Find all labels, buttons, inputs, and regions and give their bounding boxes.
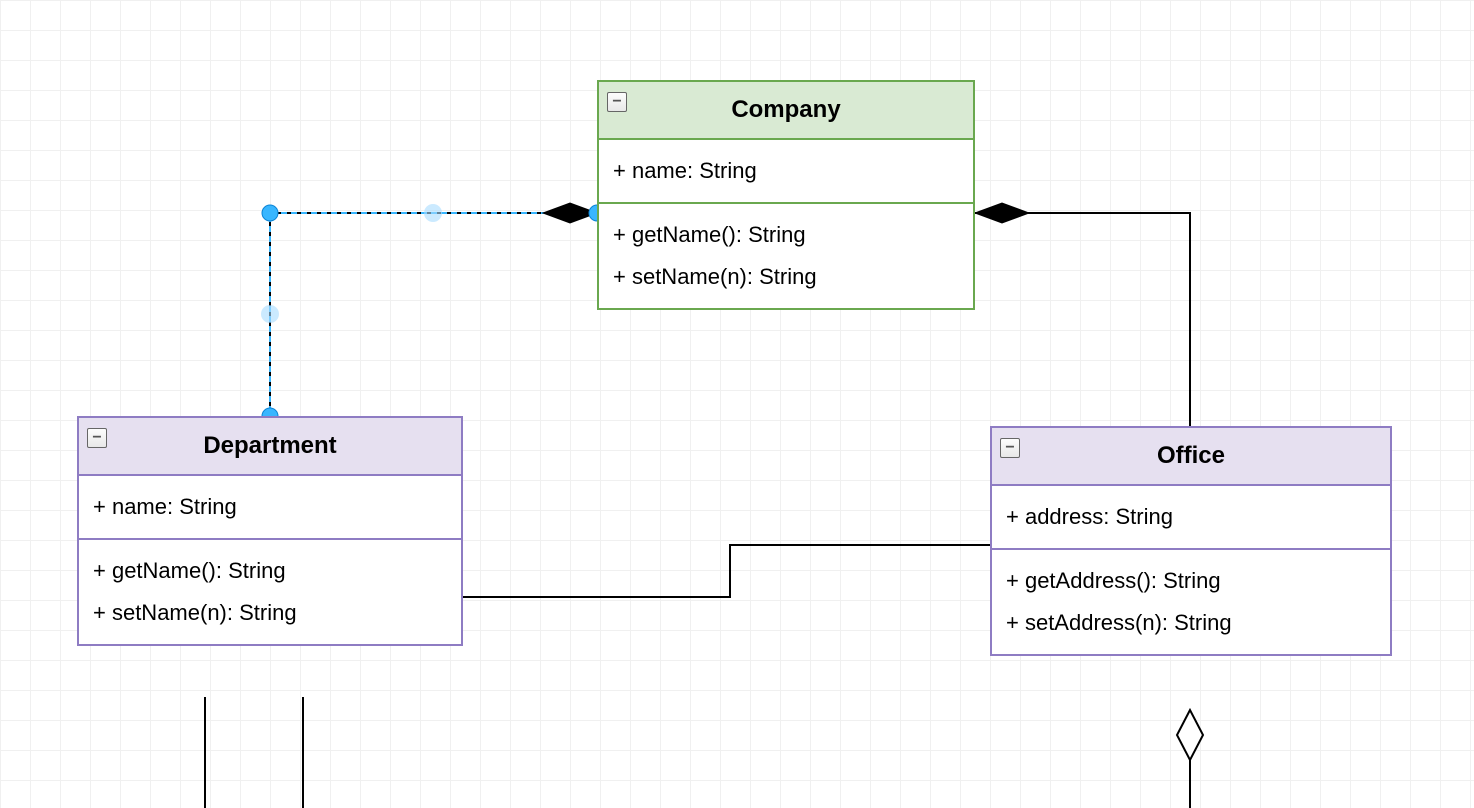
aggregation-diamond-office	[1177, 710, 1203, 760]
class-office-title[interactable]: − Office	[992, 428, 1390, 486]
edge-waypoint-handle[interactable]	[262, 205, 278, 221]
edge-midpoint-handle[interactable]	[261, 305, 279, 323]
method-row[interactable]: + getName(): String	[613, 214, 959, 256]
class-office[interactable]: − Office + address: String + getAddress(…	[990, 426, 1392, 656]
attribute-row[interactable]: + name: String	[613, 150, 959, 192]
class-company[interactable]: − Company + name: String + getName(): St…	[597, 80, 975, 310]
class-department[interactable]: − Department + name: String + getName():…	[77, 416, 463, 646]
edge-company-office[interactable]	[975, 213, 1190, 426]
edge-department-office[interactable]	[463, 545, 990, 597]
class-name-label: Office	[1157, 442, 1225, 469]
class-company-methods[interactable]: + getName(): String + setName(n): String	[599, 204, 973, 308]
class-office-methods[interactable]: + getAddress(): String + setAddress(n): …	[992, 550, 1390, 654]
class-name-label: Company	[731, 96, 840, 123]
class-department-title[interactable]: − Department	[79, 418, 461, 476]
class-name-label: Department	[203, 432, 336, 459]
class-department-methods[interactable]: + getName(): String + setName(n): String	[79, 540, 461, 644]
method-row[interactable]: + setName(n): String	[93, 592, 447, 634]
class-company-title[interactable]: − Company	[599, 82, 973, 140]
collapse-icon[interactable]: −	[87, 428, 107, 448]
method-row[interactable]: + getName(): String	[93, 550, 447, 592]
attribute-row[interactable]: + name: String	[93, 486, 447, 528]
diagram-canvas[interactable]: − Company + name: String + getName(): St…	[0, 0, 1474, 808]
collapse-icon[interactable]: −	[1000, 438, 1020, 458]
class-department-attributes[interactable]: + name: String	[79, 476, 461, 540]
method-row[interactable]: + getAddress(): String	[1006, 560, 1376, 602]
class-office-attributes[interactable]: + address: String	[992, 486, 1390, 550]
class-company-attributes[interactable]: + name: String	[599, 140, 973, 204]
edge-midpoint-handle[interactable]	[424, 204, 442, 222]
method-row[interactable]: + setAddress(n): String	[1006, 602, 1376, 644]
attribute-row[interactable]: + address: String	[1006, 496, 1376, 538]
edge-company-department-selection	[270, 213, 597, 416]
collapse-icon[interactable]: −	[607, 92, 627, 112]
method-row[interactable]: + setName(n): String	[613, 256, 959, 298]
edge-company-department[interactable]	[270, 213, 597, 416]
